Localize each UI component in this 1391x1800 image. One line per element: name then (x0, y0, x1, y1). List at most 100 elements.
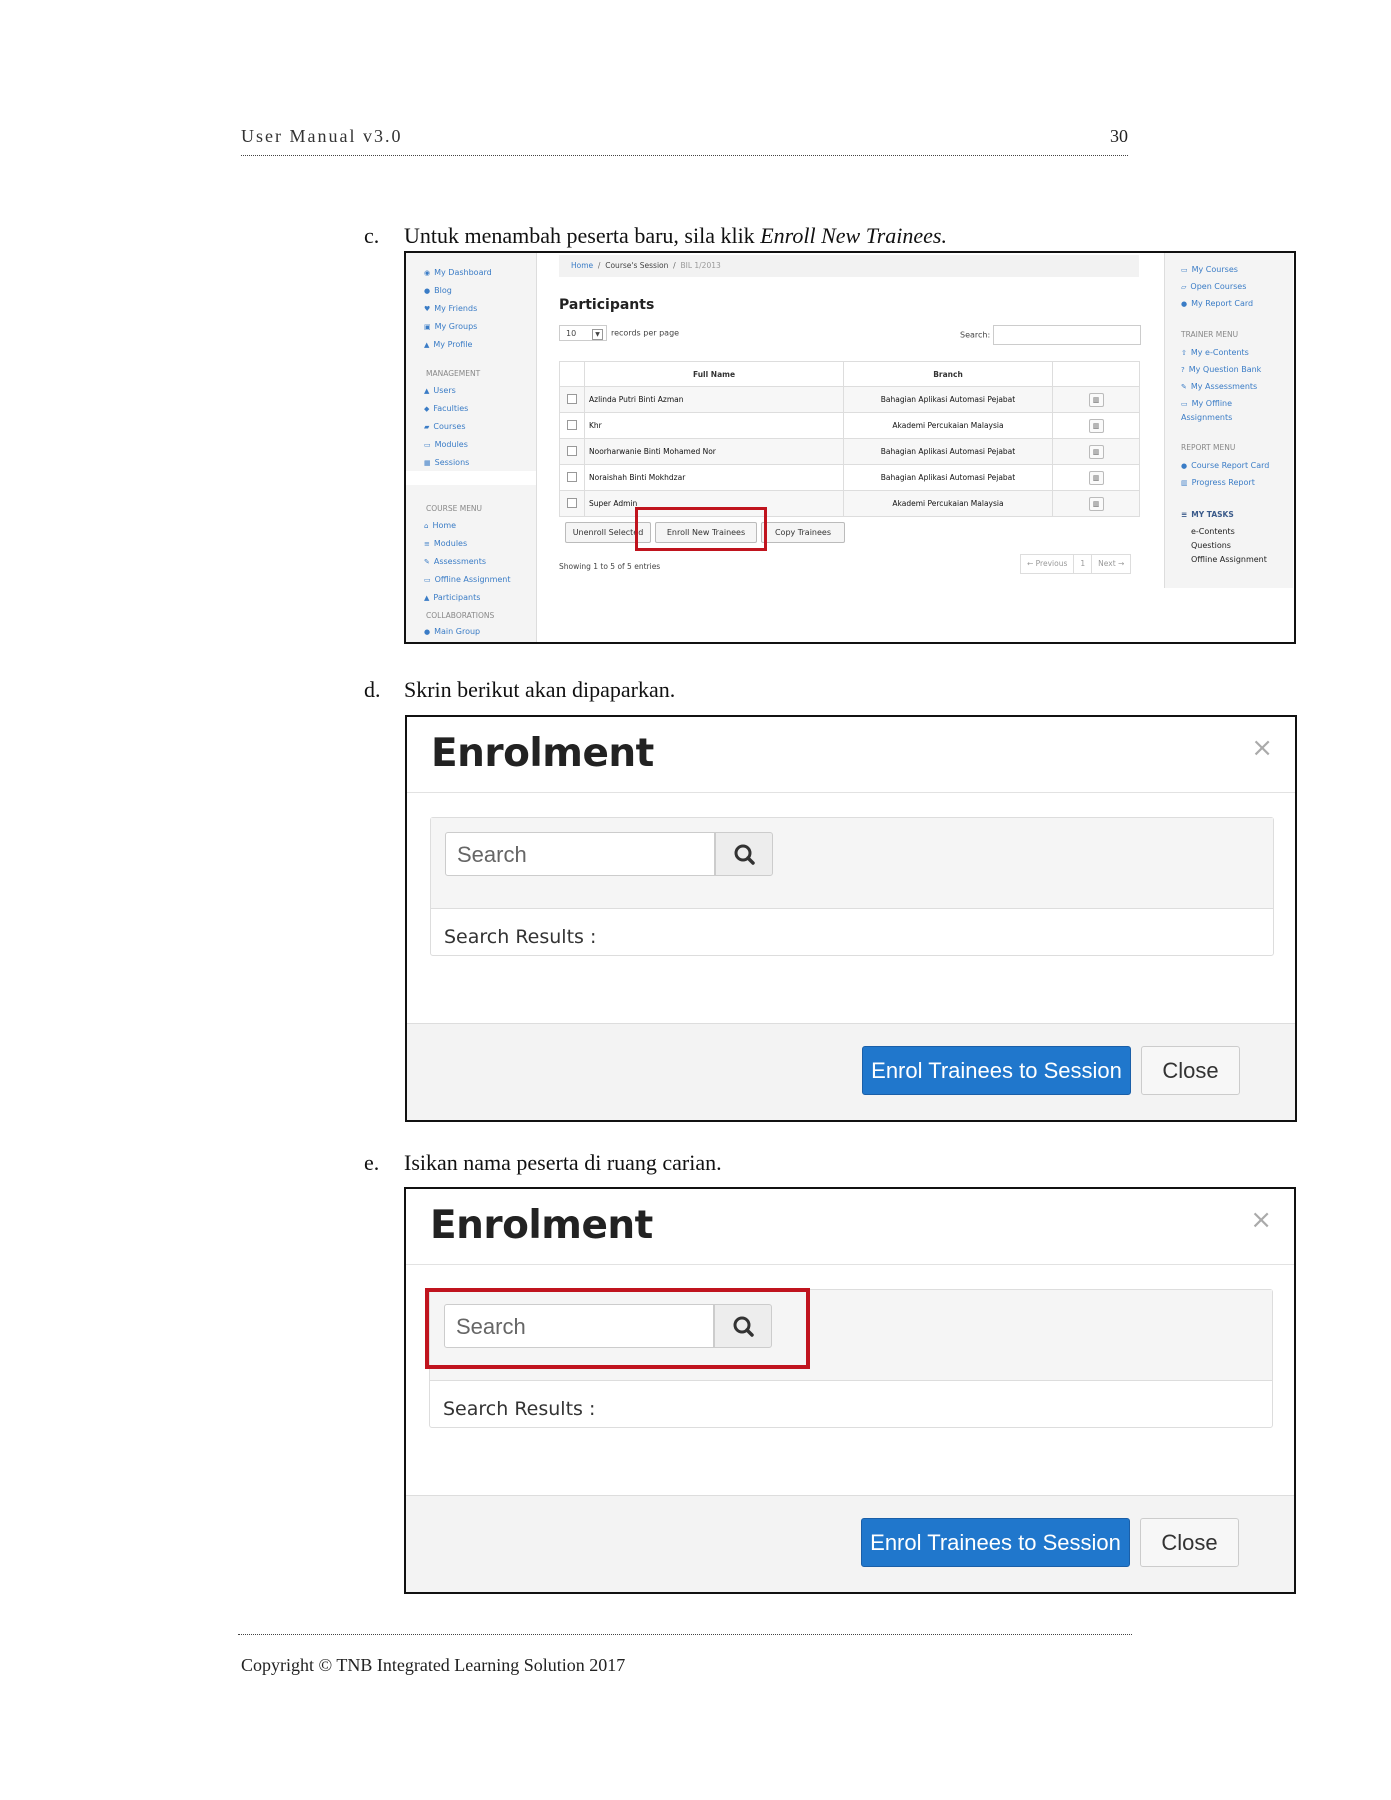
modal-footer: Enrol Trainees to Session Close (406, 1495, 1294, 1592)
breadcrumb-home[interactable]: Home (571, 261, 593, 270)
column-header-branch: Branch (843, 361, 1053, 387)
row-checkbox[interactable] (567, 497, 577, 508)
step-text: Isikan nama peserta di ruang carian. (404, 1150, 722, 1175)
nav-participants[interactable]: ▲ Participants (424, 593, 480, 602)
step-marker: e. (364, 1150, 380, 1175)
manual-title: User Manual v3.0 (241, 126, 403, 146)
step-marker: c. (364, 223, 380, 248)
task-item[interactable]: Questions (1191, 541, 1231, 550)
document-icon: ▭ (1181, 400, 1188, 408)
row-checkbox[interactable] (567, 471, 577, 482)
copyright: Copyright © TNB Integrated Learning Solu… (241, 1655, 626, 1675)
participant-branch: Akademi Percukaian Malaysia (843, 490, 1053, 517)
nav-my-assessments[interactable]: ✎ My Assessments (1181, 380, 1257, 394)
search-icon (734, 844, 755, 865)
nav-blog[interactable]: ● Blog (424, 286, 452, 295)
document-icon: ▭ (424, 576, 431, 584)
pagination-next[interactable]: Next → (1092, 555, 1130, 573)
participant-branch: Bahagian Aplikasi Automasi Pejabat (843, 386, 1053, 413)
nav-faculties[interactable]: ◆ Faculties (424, 404, 468, 413)
participant-name: Khr (584, 412, 844, 439)
footer-rule (238, 1634, 1132, 1635)
nav-my-profile[interactable]: ▲ My Profile (424, 340, 472, 349)
trash-icon[interactable]: ▥ (1088, 418, 1104, 433)
nav-offline-assignment[interactable]: ▭ Offline Assignment (424, 575, 511, 584)
home-icon: ⌂ (424, 522, 429, 530)
user-icon: ▲ (424, 387, 430, 395)
breadcrumb-course-session[interactable]: Course's Session (605, 261, 668, 270)
pagination-page[interactable]: 1 (1074, 555, 1093, 573)
globe-icon: ● (424, 287, 431, 295)
participant-name: Noraishah Binti Mokhdzar (584, 464, 844, 491)
close-button[interactable]: Close (1140, 1518, 1239, 1567)
modal-footer: Enrol Trainees to Session Close (407, 1023, 1295, 1120)
nav-my-question-bank[interactable]: ? My Question Bank (1181, 363, 1261, 377)
close-icon[interactable]: × (1251, 733, 1273, 763)
nav-my-groups[interactable]: ▣ My Groups (424, 322, 477, 331)
close-button[interactable]: Close (1141, 1046, 1240, 1095)
page-title: Participants (559, 297, 655, 313)
page-number: 30 (1110, 126, 1128, 146)
row-checkbox[interactable] (567, 419, 577, 430)
pagination-previous[interactable]: ← Previous (1021, 555, 1075, 573)
step-marker: d. (364, 677, 381, 702)
highlight-box (635, 507, 767, 551)
nav-my-offline-assignments[interactable]: ▭ My Offline Assignments (1181, 397, 1251, 424)
nav-main-group[interactable]: ● Main Group (424, 627, 480, 636)
calendar-icon: ▦ (424, 459, 431, 467)
bar-chart-icon: ▥ (1181, 479, 1188, 487)
enrol-trainees-button[interactable]: Enrol Trainees to Session (861, 1518, 1130, 1567)
nav-my-friends[interactable]: ♥ My Friends (424, 304, 477, 313)
management-heading: MANAGEMENT (426, 369, 481, 378)
trash-icon[interactable]: ▥ (1088, 392, 1104, 407)
nav-course-modules[interactable]: ≡ Modules (424, 539, 467, 548)
nav-assessments[interactable]: ✎ Assessments (424, 557, 486, 566)
search-input[interactable] (993, 325, 1142, 345)
trainer-menu-heading: TRAINER MENU (1181, 330, 1239, 339)
circle-icon: ● (1181, 300, 1188, 308)
question-icon: ? (1181, 366, 1185, 374)
left-sidebar: ◉ My Dashboard ● Blog ♥ My Friends ▣ My Grou… (406, 253, 537, 642)
row-checkbox[interactable] (567, 393, 577, 404)
nav-my-dashboard[interactable]: ◉ My Dashboard (424, 268, 492, 277)
modal-title: Enrolment (430, 1203, 653, 1248)
trash-icon[interactable]: ▥ (1088, 470, 1104, 485)
participant-branch: Bahagian Aplikasi Automasi Pejabat (843, 464, 1053, 491)
nav-my-report-card[interactable]: ● My Report Card (1181, 297, 1253, 311)
copy-trainees-button[interactable]: Copy Trainees (761, 522, 845, 543)
trash-icon[interactable]: ▥ (1088, 444, 1104, 459)
nav-sessions[interactable]: ▦ Sessions (424, 458, 469, 467)
column-header-full-name: Full Name (584, 361, 844, 387)
search-results-label: Search Results : (444, 926, 597, 948)
dashboard-icon: ◉ (424, 269, 431, 277)
trash-icon[interactable]: ▥ (1088, 496, 1104, 511)
participant-branch: Bahagian Aplikasi Automasi Pejabat (843, 438, 1053, 465)
nav-course-report-card[interactable]: ● Course Report Card (1181, 459, 1269, 473)
nav-my-courses[interactable]: ▭ My Courses (1181, 263, 1238, 277)
trainee-search-input[interactable]: Search (445, 832, 715, 876)
report-menu-heading: REPORT MENU (1181, 443, 1236, 452)
search-button[interactable] (715, 832, 773, 876)
pagination: ← Previous 1 Next → (1020, 554, 1132, 574)
row-checkbox[interactable] (567, 445, 577, 456)
task-item[interactable]: e-Contents (1191, 527, 1235, 536)
close-icon[interactable]: × (1250, 1205, 1272, 1235)
task-item[interactable]: Offline Assignment (1191, 555, 1267, 564)
table-row: Khr Akademi Percukaian Malaysia ▥ (559, 412, 1140, 439)
page-header: User Manual v3.0 30 (241, 123, 1128, 156)
step-text: Skrin berikut akan dipaparkan. (404, 677, 676, 702)
nav-home[interactable]: ⌂ Home (424, 521, 456, 530)
nav-open-courses[interactable]: ▱ Open Courses (1181, 280, 1246, 294)
participant-name: Noorharwanie Binti Mohamed Nor (584, 438, 844, 465)
step-d: d. Skrin berikut akan dipaparkan. (364, 677, 675, 703)
records-per-page-select[interactable]: 10 ▼ (559, 325, 607, 341)
nav-progress-report[interactable]: ▥ Progress Report (1181, 476, 1255, 490)
step-e: e. Isikan nama peserta di ruang carian. (364, 1150, 722, 1176)
table-row: Azlinda Putri Binti Azman Bahagian Aplik… (559, 386, 1140, 413)
modal-title: Enrolment (431, 731, 654, 776)
nav-my-e-contents[interactable]: ⇧ My e-Contents (1181, 346, 1249, 360)
nav-courses[interactable]: ▰ Courses (424, 422, 466, 431)
nav-modules[interactable]: ▭ Modules (424, 440, 468, 449)
nav-users[interactable]: ▲ Users (424, 386, 456, 395)
enrol-trainees-button[interactable]: Enrol Trainees to Session (862, 1046, 1131, 1095)
